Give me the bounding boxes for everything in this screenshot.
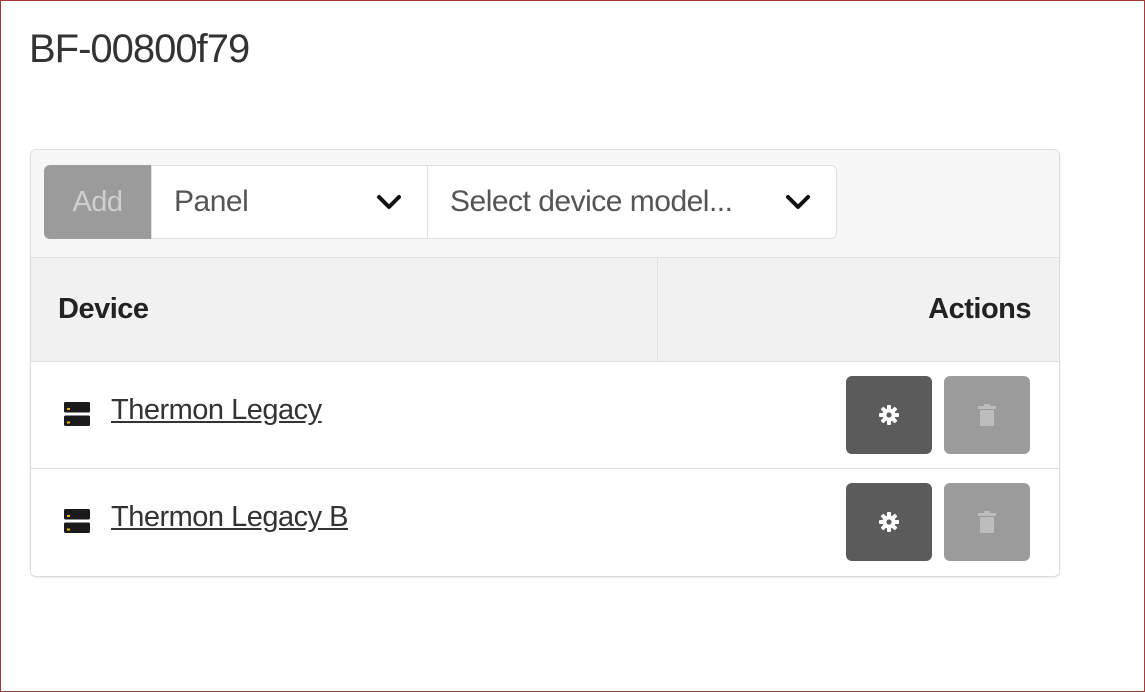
trash-icon [978,404,996,426]
server-icon [64,402,90,426]
device-toolbar: Add Panel Select device model... [31,150,1059,258]
gear-icon [879,512,899,532]
table-row: Thermon Legacy B [31,469,1059,574]
device-model-select[interactable]: Select device model... [427,165,837,239]
page-frame: BF-00800f79 Add Panel Select device mode… [0,0,1145,692]
device-link[interactable]: Thermon Legacy B [111,501,349,534]
page-title: BF-00800f79 [29,27,250,71]
add-button[interactable]: Add [44,165,151,239]
device-type-value: Panel [174,185,249,218]
devices-panel: Add Panel Select device model... Device … [30,149,1060,577]
settings-button[interactable] [846,376,932,454]
settings-button[interactable] [846,483,932,561]
device-model-value: Select device model... [450,185,733,218]
delete-button[interactable] [944,483,1030,561]
device-link[interactable]: Thermon Legacy [111,394,322,427]
trash-icon [978,511,996,533]
gear-icon [879,405,899,425]
column-header-actions: Actions [928,293,1031,325]
delete-button[interactable] [944,376,1030,454]
server-icon [64,509,90,533]
chevron-down-icon [369,187,409,217]
table-header: Device Actions [31,258,1059,362]
column-header-device: Device [58,293,149,325]
table-row: Thermon Legacy [31,362,1059,469]
chevron-down-icon [778,187,818,217]
device-type-select[interactable]: Panel [151,165,428,239]
column-divider [657,258,658,361]
